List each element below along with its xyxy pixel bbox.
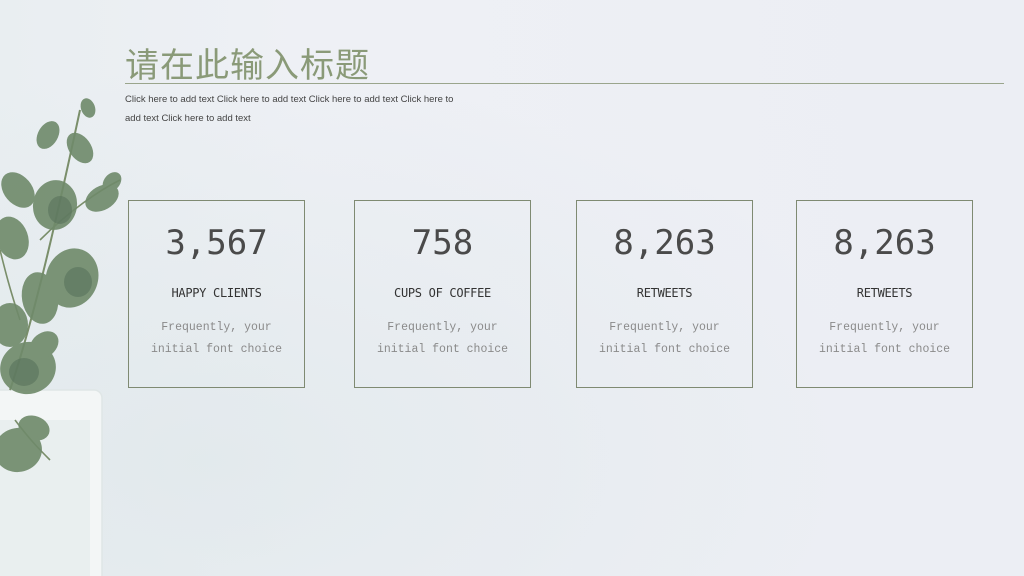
stat-card-retweets-2[interactable]: 8,263 RETWEETS Frequently, your initial … [796,200,973,388]
stat-value: 3,567 [165,223,268,263]
stat-description: Frequently, your initial font choice [150,321,283,356]
stat-description: Frequently, your initial font choice [818,321,951,356]
stat-card-retweets[interactable]: 8,263 RETWEETS Frequently, your initial … [576,200,753,388]
slide-canvas: 请在此输入标题 Click here to add text Click her… [0,0,1024,576]
slide-title[interactable]: 请在此输入标题 [125,38,370,87]
slide-subtitle[interactable]: Click here to add text Click here to add… [125,90,470,128]
title-divider [125,83,1004,84]
stat-description: Frequently, your initial font choice [376,321,509,356]
stat-label: RETWEETS [856,286,913,300]
stat-value: 8,263 [833,223,936,263]
stat-value: 8,263 [613,223,716,263]
stat-label: HAPPY CLIENTS [171,286,262,300]
stat-label: RETWEETS [636,286,693,300]
stat-description: Frequently, your initial font choice [598,321,731,356]
stat-label: CUPS OF COFFEE [394,286,491,300]
stat-value: 758 [411,223,474,263]
stat-card-happy-clients[interactable]: 3,567 HAPPY CLIENTS Frequently, your ini… [128,200,305,388]
stat-card-cups-of-coffee[interactable]: 758 CUPS OF COFFEE Frequently, your init… [354,200,531,388]
eucalyptus-plant-icon [0,98,122,576]
